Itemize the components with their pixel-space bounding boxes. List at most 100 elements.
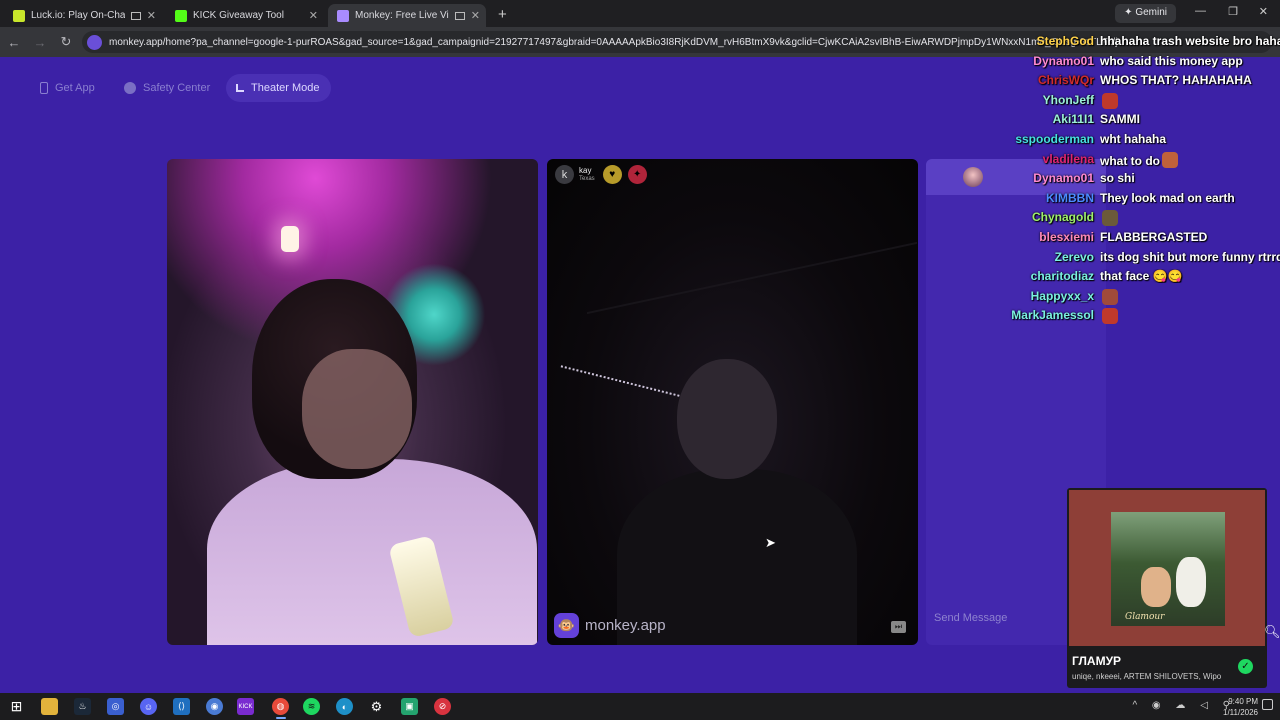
chat-message-body: who said this money app (1100, 53, 1243, 68)
peer-info-bar: k kay Texas ♥ ✦ (555, 165, 647, 184)
tab-kick-giveaway[interactable]: KICK Giveaway Tool ✕ (166, 4, 324, 27)
tab-luckio[interactable]: Luck.io: Play On-Chain Prov ✕ (4, 4, 162, 27)
chat-message: KIMBBN They look mad on earth (980, 191, 1280, 210)
settings-gear-icon[interactable]: ⚙ (368, 698, 385, 715)
chat-message: Dynamo01 who said this money app (980, 54, 1280, 73)
edge-icon[interactable]: ◐ (336, 698, 353, 715)
chat-username[interactable]: YhonJeff (1043, 93, 1094, 107)
chat-message-body: They look mad on earth (1100, 190, 1235, 205)
chat-username[interactable]: StephGod (1037, 34, 1094, 48)
chat-username[interactable]: charitodiaz (1031, 269, 1094, 283)
chat-message: vladilena what to do (980, 151, 1280, 171)
now-playing-widget: Glamour ГЛАМУР uniqe, nkeeei, ARTEM SHIL… (1067, 488, 1267, 688)
chat-message-text: so shi (1100, 171, 1280, 185)
chat-message: ChrisWQr WHOS THAT? HAHAHAHA (980, 73, 1280, 92)
back-icon[interactable]: ← (2, 35, 26, 50)
url-text[interactable]: monkey.app/home?pa_channel=google-1-purR… (109, 37, 1118, 48)
search-icon[interactable]: 🔍︎ (1264, 624, 1280, 640)
chat-message-text (1100, 308, 1280, 325)
clock[interactable]: 9:40 PM 1/11/2026 (1223, 696, 1258, 718)
minimize-icon[interactable]: — (1195, 5, 1206, 17)
start-icon[interactable]: ⊞ (8, 698, 25, 715)
chat-message-text: hhahaha trash website bro hahah (1100, 34, 1280, 48)
reload-icon[interactable]: ↻ (54, 34, 78, 50)
chat-username[interactable]: vladilena (1043, 152, 1094, 166)
clock-time: 9:40 PM (1228, 697, 1258, 706)
skip-icon[interactable]: ⏭ (891, 621, 906, 633)
theater-mode-button[interactable]: Theater Mode (226, 74, 332, 102)
chat-message: StephGod hhahaha trash website bro hahah (980, 34, 1280, 53)
tab-strip: Luck.io: Play On-Chain Prov ✕ KICK Givea… (0, 0, 1280, 27)
chat-message: charitodiaz that face 😋😋 (980, 269, 1280, 288)
discord-icon[interactable]: ☺ (140, 698, 157, 715)
album-art-person (1176, 557, 1206, 607)
chat-message: Happyxx_x (980, 288, 1280, 308)
chat-username[interactable]: blesxiemi (1039, 230, 1094, 244)
send-message-input[interactable] (934, 607, 1084, 629)
peer-location: Texas (579, 175, 595, 182)
chat-emote-icon (1102, 210, 1118, 227)
chat-message: blesxiemi FLABBERGASTED (980, 230, 1280, 249)
browser-icon[interactable]: ◉ (206, 698, 223, 715)
chat-username[interactable]: Aki11I1 (1053, 112, 1094, 126)
chat-username[interactable]: sspooderman (1015, 132, 1094, 146)
gemini-button[interactable]: ✦ Gemini (1115, 4, 1176, 23)
chrome-icon[interactable]: ◍ (272, 698, 289, 715)
chat-username[interactable]: Happyxx_x (1031, 289, 1094, 303)
spotify-icon[interactable]: ≋ (303, 698, 320, 715)
steam-icon[interactable]: ♨ (74, 698, 91, 715)
kick-app-icon[interactable]: KICK (237, 698, 254, 715)
peer-avatar[interactable]: k (555, 165, 574, 184)
gift-badge-icon[interactable]: ✦ (627, 165, 647, 184)
track-artists: uniqe, nkeeei, ARTEM SHILOVETS, Wipo (1072, 672, 1222, 681)
chat-username[interactable]: Dynamo01 (1033, 171, 1094, 185)
media-icon (454, 11, 465, 20)
new-tab-button[interactable]: + (498, 6, 507, 23)
chat-username[interactable]: MarkJamessol (1011, 308, 1094, 322)
app-icon[interactable]: ◎ (107, 698, 124, 715)
forward-icon[interactable]: → (28, 35, 52, 50)
chat-username[interactable]: Zerevo (1055, 250, 1094, 264)
vscode-icon[interactable]: ⟨⟩ (173, 698, 190, 715)
get-app-button[interactable]: Get App (30, 74, 107, 102)
chat-message-text: They look mad on earth (1100, 191, 1280, 205)
chat-message-body: so shi (1100, 171, 1135, 186)
tab-monkey[interactable]: Monkey: Free Live Video Ch ✕ (328, 4, 486, 27)
safety-center-button[interactable]: Safety Center (114, 74, 222, 102)
chat-message: Zerevo its dog shit but more funny rtrrdd (980, 250, 1280, 269)
file-explorer-icon[interactable] (41, 698, 58, 715)
heart-badge-icon[interactable]: ♥ (602, 165, 622, 184)
app-red-icon[interactable]: ⊘ (434, 698, 451, 715)
clock-date: 1/11/2026 (1223, 708, 1258, 717)
close-tab-icon[interactable]: ✕ (147, 9, 156, 22)
local-camera-video (167, 159, 538, 645)
brand-watermark: 🐵 monkey.app (554, 613, 666, 638)
chat-message-text: its dog shit but more funny rtrrdd (1100, 250, 1280, 264)
chat-message-body: SAMMI (1100, 112, 1140, 127)
close-tab-icon[interactable]: ✕ (309, 9, 318, 22)
notification-icon[interactable] (1262, 699, 1273, 710)
person-face (302, 349, 412, 469)
chat-username[interactable]: ChrisWQr (1038, 73, 1094, 87)
media-icon (130, 11, 141, 20)
chat-message-body: its dog shit but more funny rtrrdd (1100, 249, 1280, 264)
safety-center-label: Safety Center (143, 82, 211, 94)
remote-person-head (677, 359, 777, 479)
shield-check-icon (124, 82, 136, 94)
chat-message-text (1100, 288, 1280, 305)
close-window-icon[interactable]: ✕ (1259, 5, 1268, 18)
site-info-icon[interactable] (87, 34, 102, 50)
taskbar: ⊞ ♨ ◎ ☺ ⟨⟩ ◉ KICK ◍ ≋ ◐ ⚙ ▣ ⊘ ^ ◉ ☁ ◁ ⚲ … (0, 693, 1280, 720)
peer-name: kay (579, 165, 592, 175)
chat-username[interactable]: Chynagold (1032, 210, 1094, 224)
app-green-icon[interactable]: ▣ (401, 698, 418, 715)
chat-message-text (1100, 92, 1280, 109)
album-art-title: Glamour (1125, 612, 1165, 622)
restore-icon[interactable]: ❐ (1228, 5, 1238, 18)
phone-icon (40, 82, 48, 94)
system-tray-icons[interactable]: ^ ◉ ☁ ◁ ⚲ (1132, 700, 1236, 711)
chat-username[interactable]: KIMBBN (1046, 191, 1094, 205)
close-tab-icon[interactable]: ✕ (471, 9, 480, 22)
chat-message-text: what to do (1100, 151, 1280, 168)
chat-username[interactable]: Dynamo01 (1033, 54, 1094, 68)
